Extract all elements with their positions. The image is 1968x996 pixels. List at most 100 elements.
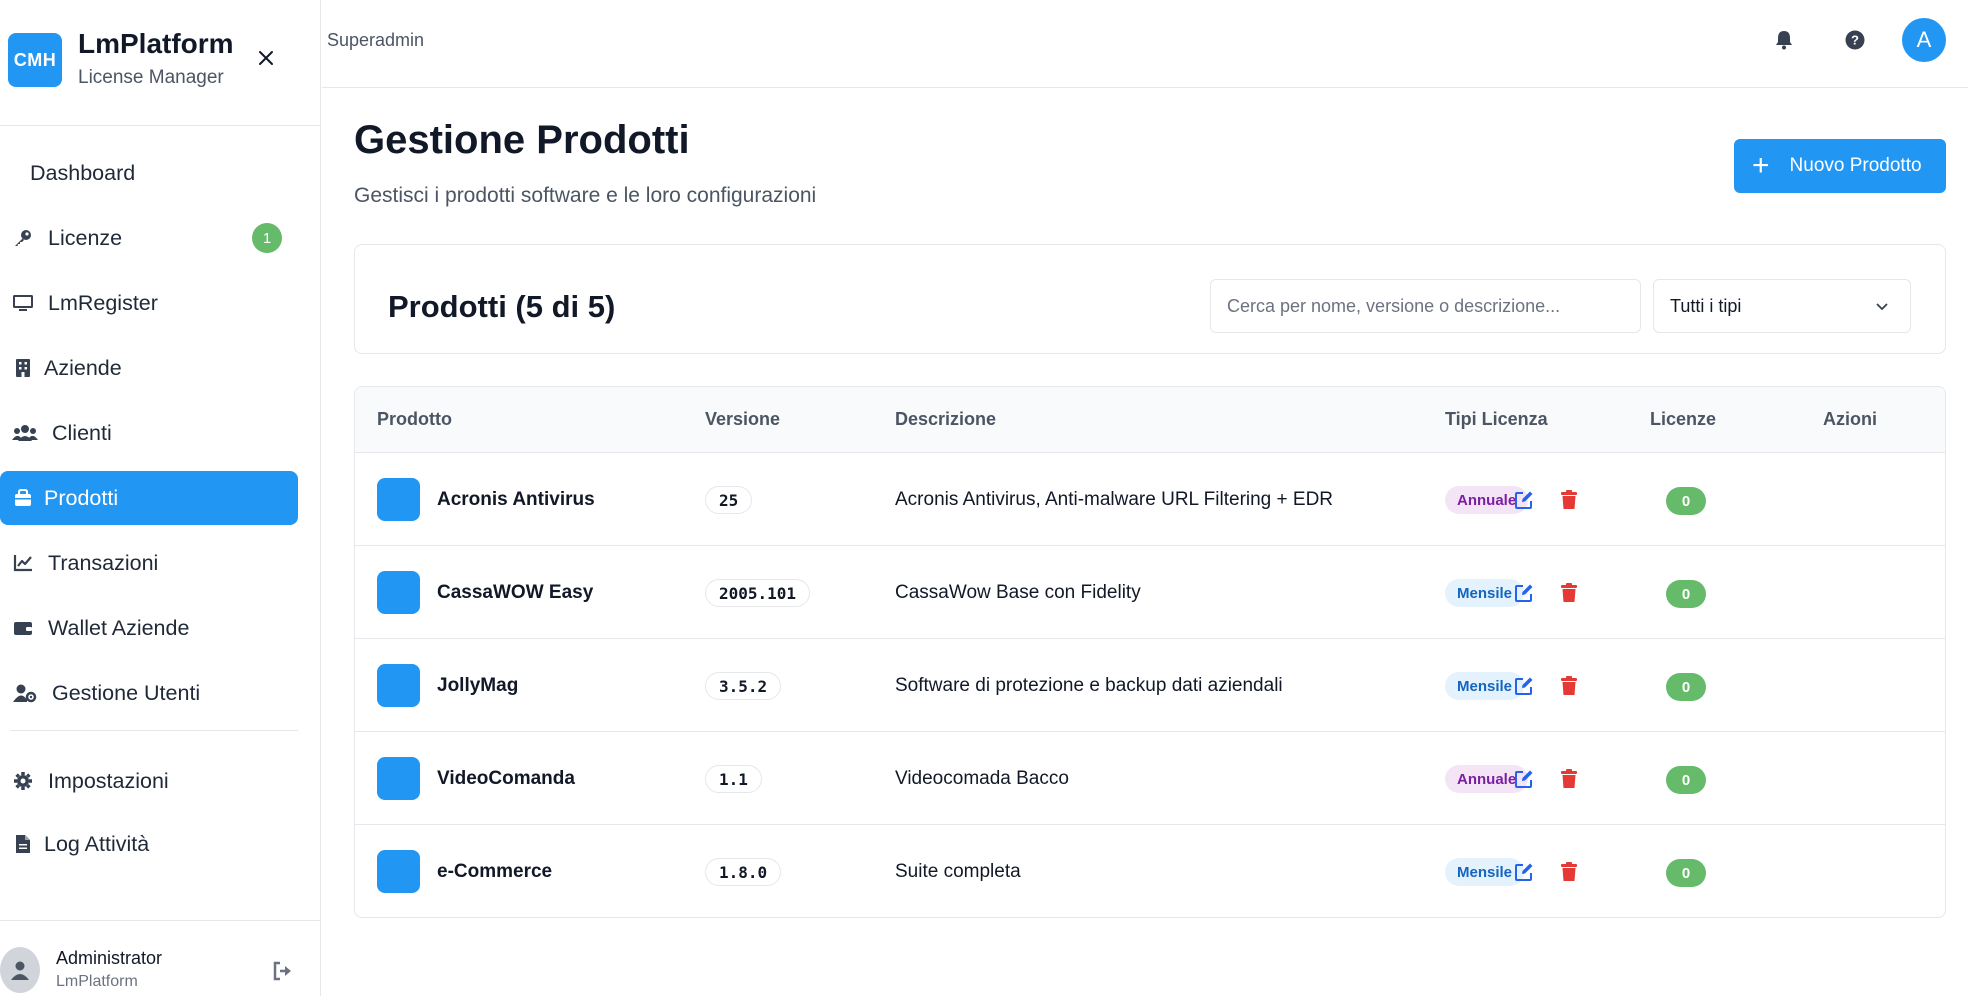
product-description: Suite completa [895,861,1021,882]
key-icon [12,227,34,249]
sidebar-item-label: Impostazioni [48,768,169,793]
licenses-count-badge: 0 [1666,859,1706,887]
sidebar-item-dashboard[interactable]: Dashboard [0,146,298,200]
user-avatar-button[interactable]: A [1902,18,1946,62]
product-description: CassaWow Base con Fidelity [895,582,1141,603]
product-name: CassaWOW Easy [437,582,594,603]
delete-icon[interactable] [1558,582,1580,604]
edit-icon[interactable] [1513,861,1535,883]
user-avatar [0,947,40,993]
search-input[interactable] [1210,279,1641,333]
sidebar-item-label: Gestione Utenti [52,680,201,705]
table-row: Acronis Antivirus 25 Acronis Antivirus, An… [355,453,1945,546]
filter-card: Prodotti (5 di 5) Tutti i tipi [354,244,1946,354]
table-row: e-Commerce 1.8.0 Suite completa Mensile 0 [355,825,1945,917]
product-icon [377,664,420,707]
column-header-descrizione[interactable]: Descrizione [895,409,996,430]
building-icon [12,357,34,379]
sidebar-item-label: Prodotti [44,485,119,510]
plus-icon: + [1752,149,1770,182]
box-icon [12,487,34,509]
sidebar-item-lmregister[interactable]: LmRegister [0,276,298,330]
sidebar-item-label: Transazioni [48,550,159,575]
sidebar: CMH LmPlatform License Manager Dashboard… [0,0,321,996]
product-description: Videocomada Bacco [895,768,1069,789]
sidebar-item-wallet-aziende[interactable]: Wallet Aziende [0,601,298,655]
user-name: Administrator [56,948,163,968]
table-row: JollyMag 3.5.2 Software di protezione e ba… [355,639,1945,732]
delete-icon[interactable] [1558,861,1580,883]
delete-icon[interactable] [1558,489,1580,511]
svg-text:?: ? [1851,33,1859,48]
user-role-label: Superadmin [327,30,425,50]
product-icon [377,757,420,800]
product-description: Acronis Antivirus, Anti-malware URL Filt… [895,489,1334,510]
user-org: LmPlatform [56,973,138,990]
product-name: e-Commerce [437,861,553,882]
edit-icon[interactable] [1513,582,1535,604]
column-header-prodotto[interactable]: Prodotto [377,409,452,430]
sidebar-item-label: Aziende [44,355,122,380]
edit-icon[interactable] [1513,768,1535,790]
product-name: Acronis Antivirus [437,489,595,510]
sidebar-item-label: Log Attività [44,831,150,856]
close-sidebar-icon[interactable] [254,46,278,70]
product-version: 3.5.2 [705,672,782,700]
sidebar-item-impostazioni[interactable]: Impostazioni [0,754,298,808]
edit-icon[interactable] [1513,675,1535,697]
products-table: Prodotto Versione Descrizione Tipi Licen… [354,386,1946,918]
sidebar-item-aziende[interactable]: Aziende [0,341,298,395]
table-row: VideoComanda 1.1 Videocomada Bacco Annuale 0 [355,732,1945,825]
products-count-title: Prodotti (5 di 5) [388,289,616,324]
sidebar-divider [10,730,298,731]
top-bar: Superadmin ? A [322,0,1968,88]
app-subtitle: License Manager [78,67,224,88]
bell-icon[interactable] [1772,28,1796,52]
table-row: CassaWOW Easy 2005.101 CassaWow Base con F… [355,546,1945,639]
new-product-label: Nuovo Prodotto [1789,155,1922,176]
product-name: JollyMag [437,675,519,696]
user-cog-icon [12,682,38,704]
product-version: 25 [705,486,753,514]
brand-header: CMH LmPlatform License Manager [0,0,320,126]
table-header: Prodotto Versione Descrizione Tipi Licen… [355,387,1945,453]
page-title: Gestione Prodotti [354,118,690,162]
license-type-select-value: Tutti i tipi [1670,295,1742,316]
column-header-tipi-licenza[interactable]: Tipi Licenza [1445,409,1548,430]
column-header-azioni: Azioni [1823,409,1877,429]
sidebar-item-prodotti[interactable]: Prodotti [0,471,298,525]
delete-icon[interactable] [1558,675,1580,697]
product-icon [377,478,420,521]
column-header-licenze[interactable]: Licenze [1650,409,1716,430]
column-header-versione[interactable]: Versione [705,409,780,430]
wallet-icon [12,617,34,639]
user-profile: Administrator LmPlatform [0,920,320,996]
product-version: 2005.101 [705,579,811,607]
sidebar-item-licenze[interactable]: Licenze 1 [0,211,298,265]
sidebar-item-label: Wallet Aziende [48,615,190,640]
gear-icon [12,770,34,792]
licenses-count-badge: 0 [1666,673,1706,701]
product-version: 1.1 [705,765,762,793]
sidebar-item-label: Licenze [48,225,123,250]
sidebar-item-log-attivita[interactable]: Log Attività [0,817,298,871]
license-type-select[interactable]: Tutti i tipi [1653,279,1911,333]
edit-icon[interactable] [1513,489,1535,511]
licenze-count-badge: 1 [252,223,282,253]
sidebar-item-transazioni[interactable]: Transazioni [0,536,298,590]
licenses-count-badge: 0 [1666,766,1706,794]
sidebar-item-label: LmRegister [48,290,158,315]
licenses-count-badge: 0 [1666,487,1706,515]
sidebar-item-gestione-utenti[interactable]: Gestione Utenti [0,666,298,720]
help-icon[interactable]: ? [1843,28,1867,52]
app-logo: CMH [8,33,62,87]
app-title: LmPlatform [78,28,234,59]
new-product-button[interactable]: + Nuovo Prodotto [1734,139,1946,193]
sidebar-item-clienti[interactable]: Clienti [0,406,298,460]
product-version: 1.8.0 [705,858,782,886]
licenses-count-badge: 0 [1666,580,1706,608]
logout-icon[interactable] [272,961,296,985]
delete-icon[interactable] [1558,768,1580,790]
chart-line-icon [12,552,34,574]
chevron-down-icon [1876,303,1888,311]
